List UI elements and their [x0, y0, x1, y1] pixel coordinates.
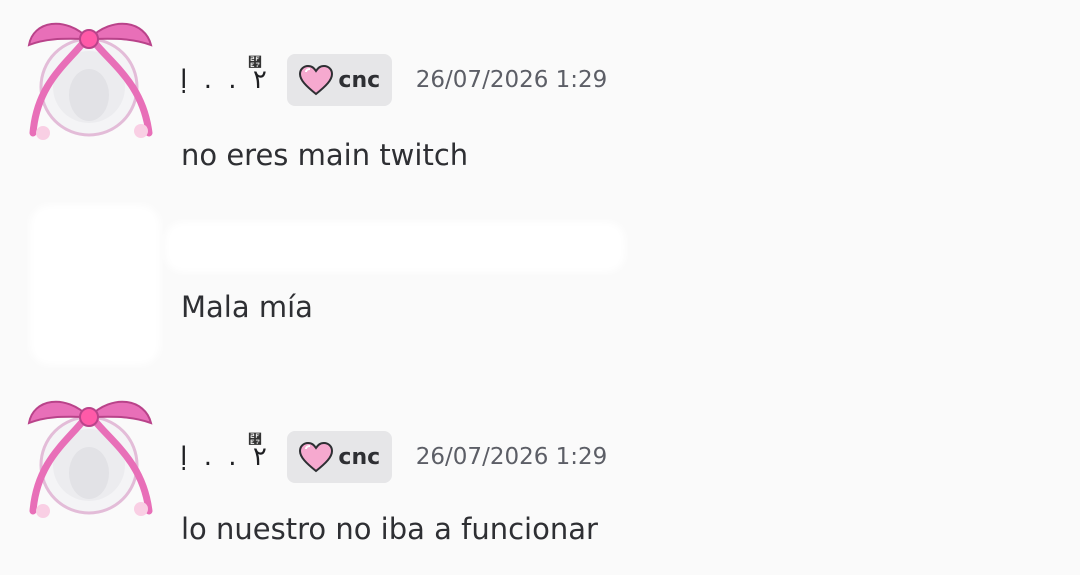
message-timestamp: 26/07/2026 1:29 — [415, 67, 608, 93]
message-group: Mala mía — [0, 200, 1080, 380]
user-avatar[interactable] — [25, 15, 157, 143]
redacted-avatar — [30, 205, 160, 365]
username[interactable]: ḷ . . ٢ ⿧ — [180, 55, 267, 95]
pink-heart-icon — [299, 64, 334, 96]
tag-label: cnc — [338, 67, 381, 93]
chat-message-list: ḷ . . ٢ ⿧ cnc 26/07/2026 1:29 no eres ma… — [0, 0, 1080, 575]
message-text: Mala mía — [181, 290, 313, 324]
message-timestamp: 26/07/2026 1:29 — [415, 444, 608, 470]
message-header: ḷ . . ٢ ⿧ cnc 26/07/2026 1:29 — [180, 54, 607, 106]
server-tag-badge[interactable]: cnc — [286, 431, 392, 483]
tag-label: cnc — [338, 444, 381, 470]
pink-heart-icon — [299, 441, 334, 473]
redacted-username — [165, 222, 625, 272]
username[interactable]: ḷ . . ٢ ⿧ — [180, 432, 267, 472]
pink-ribbon-frame-avatar-icon — [27, 400, 153, 518]
message-header: ḷ . . ٢ ⿧ cnc 26/07/2026 1:29 — [180, 431, 607, 483]
pink-ribbon-frame-avatar-icon — [27, 22, 153, 140]
server-tag-badge[interactable]: cnc — [286, 54, 392, 106]
user-avatar[interactable] — [25, 393, 157, 521]
bow-decoration: ⿧ — [248, 432, 262, 448]
bow-decoration: ⿧ — [248, 55, 262, 71]
message-group: ḷ . . ٢ ⿧ cnc 26/07/2026 1:29 lo nuestro… — [0, 378, 1080, 575]
message-group: ḷ . . ٢ ⿧ cnc 26/07/2026 1:29 no eres ma… — [0, 0, 1080, 200]
message-text: no eres main twitch — [181, 138, 469, 172]
message-text: lo nuestro no iba a funcionar — [181, 512, 598, 546]
